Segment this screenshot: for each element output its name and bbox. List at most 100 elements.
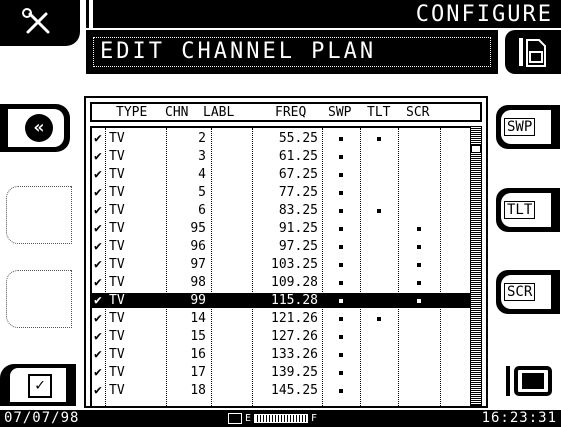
cell-freq: 145.25 bbox=[271, 383, 318, 398]
status-date: 07/07/98 bbox=[4, 410, 80, 426]
column-header-chn[interactable]: CHN bbox=[165, 105, 188, 120]
tv-button[interactable] bbox=[496, 358, 560, 408]
table-row[interactable]: ✔ TV 17 139.25 bbox=[92, 365, 470, 380]
swp-flag-icon bbox=[339, 334, 343, 339]
table-row-selected[interactable]: ✔ TV 99 115.28 bbox=[92, 293, 470, 308]
table-scrollbar[interactable] bbox=[470, 126, 482, 406]
table-row[interactable]: ✔ TV 95 91.25 bbox=[92, 221, 470, 236]
battery-gauge bbox=[254, 413, 309, 423]
cell-chn: 99 bbox=[190, 293, 206, 308]
cell-chn: 16 bbox=[190, 347, 206, 362]
cell-chn: 5 bbox=[198, 185, 206, 200]
swp-button-face: SWP bbox=[501, 110, 551, 144]
table-row[interactable]: ✔ TV 96 97.25 bbox=[92, 239, 470, 254]
swp-flag-icon bbox=[339, 298, 343, 303]
cell-check: ✔ bbox=[94, 149, 102, 164]
cell-type: TV bbox=[109, 203, 125, 218]
cell-scr bbox=[398, 221, 440, 236]
left-softkey-3[interactable] bbox=[6, 270, 72, 328]
cell-check: ✔ bbox=[94, 311, 102, 326]
cell-swp bbox=[322, 365, 360, 380]
cell-chn: 18 bbox=[190, 383, 206, 398]
table-row[interactable]: ✔ TV 14 121.26 bbox=[92, 311, 470, 326]
column-header-swp[interactable]: SWP bbox=[328, 105, 351, 120]
scr-flag-icon bbox=[417, 280, 421, 285]
cell-freq: 109.28 bbox=[271, 275, 318, 290]
swp-flag-icon bbox=[339, 244, 343, 249]
battery-icon bbox=[228, 412, 242, 424]
column-header-labl[interactable]: LABL bbox=[203, 105, 234, 120]
table-row[interactable]: ✔ TV 97 103.25 bbox=[92, 257, 470, 272]
cell-check: ✔ bbox=[94, 131, 102, 146]
swp-button[interactable]: SWP bbox=[496, 105, 560, 149]
battery-indicator: EF bbox=[228, 412, 317, 425]
cell-type: TV bbox=[109, 167, 125, 182]
table-row[interactable]: ✔ TV 16 133.26 bbox=[92, 347, 470, 362]
scr-button-label: SCR bbox=[504, 283, 536, 301]
cell-tlt bbox=[360, 131, 398, 146]
cell-type: TV bbox=[109, 131, 125, 146]
document-icon bbox=[519, 38, 546, 67]
cell-chn: 6 bbox=[198, 203, 206, 218]
cell-check: ✔ bbox=[94, 221, 102, 236]
title-bar: CONFIGURE bbox=[86, 0, 561, 28]
swp-button-label: SWP bbox=[504, 118, 536, 136]
swp-flag-icon bbox=[339, 388, 343, 393]
table-row[interactable]: ✔ TV 18 145.25 bbox=[92, 383, 470, 398]
back-button[interactable]: « bbox=[0, 104, 70, 152]
checkbox-icon: ✓ bbox=[28, 374, 52, 398]
tlt-button[interactable]: TLT bbox=[496, 188, 560, 232]
cell-freq: 97.25 bbox=[278, 239, 318, 254]
cell-swp bbox=[322, 149, 360, 164]
cell-tlt bbox=[360, 311, 398, 326]
cell-freq: 139.25 bbox=[271, 365, 318, 380]
scr-button[interactable]: SCR bbox=[496, 270, 560, 314]
scr-flag-icon bbox=[417, 262, 421, 267]
scrollbar-thumb[interactable] bbox=[471, 145, 481, 153]
cell-check: ✔ bbox=[94, 239, 102, 254]
subtitle-bar: EDIT CHANNEL PLAN bbox=[86, 30, 498, 74]
battery-full-label: F bbox=[311, 413, 318, 424]
cell-tlt bbox=[360, 203, 398, 218]
swp-flag-icon bbox=[339, 262, 343, 267]
cell-chn: 15 bbox=[190, 329, 206, 344]
column-header-scr[interactable]: SCR bbox=[406, 105, 429, 120]
cell-swp bbox=[322, 257, 360, 272]
swp-flag-icon bbox=[339, 226, 343, 231]
cell-check: ✔ bbox=[94, 347, 102, 362]
table-row[interactable]: ✔ TV 6 83.25 bbox=[92, 203, 470, 218]
tools-button[interactable] bbox=[0, 0, 80, 46]
table-row[interactable]: ✔ TV 15 127.26 bbox=[92, 329, 470, 344]
table-row[interactable]: ✔ TV 3 61.25 bbox=[92, 149, 470, 164]
left-softkey-2[interactable] bbox=[6, 186, 72, 244]
table-row[interactable]: ✔ TV 4 67.25 bbox=[92, 167, 470, 182]
cell-chn: 4 bbox=[198, 167, 206, 182]
column-header-type[interactable]: TYPE bbox=[116, 105, 147, 120]
cell-check: ✔ bbox=[94, 383, 102, 398]
cell-swp bbox=[322, 275, 360, 290]
cell-type: TV bbox=[109, 329, 125, 344]
table-row[interactable]: ✔ TV 2 55.25 bbox=[92, 131, 470, 146]
document-button[interactable] bbox=[505, 30, 561, 74]
table-body: ✔ TV 2 55.25 ✔ TV 3 61.25 ✔ TV 4 67.25 ✔ TV 5 77.25 ✔ TV 6… bbox=[90, 126, 470, 408]
cell-freq: 121.26 bbox=[271, 311, 318, 326]
cell-type: TV bbox=[109, 383, 125, 398]
cell-freq: 91.25 bbox=[278, 221, 318, 236]
tlt-flag-icon bbox=[377, 136, 381, 141]
cell-check: ✔ bbox=[94, 275, 102, 290]
scr-flag-icon bbox=[417, 244, 421, 249]
cell-swp bbox=[322, 239, 360, 254]
cell-swp bbox=[322, 347, 360, 362]
column-header-freq[interactable]: FREQ bbox=[275, 105, 306, 120]
accept-button[interactable]: ✓ bbox=[0, 364, 76, 406]
table-row[interactable]: ✔ TV 5 77.25 bbox=[92, 185, 470, 200]
cell-check: ✔ bbox=[94, 185, 102, 200]
cell-chn: 97 bbox=[190, 257, 206, 272]
cell-freq: 61.25 bbox=[278, 149, 318, 164]
column-header-tlt[interactable]: TLT bbox=[367, 105, 390, 120]
cell-swp bbox=[322, 293, 360, 308]
table-row[interactable]: ✔ TV 98 109.28 bbox=[92, 275, 470, 290]
swp-flag-icon bbox=[339, 280, 343, 285]
cell-chn: 2 bbox=[198, 131, 206, 146]
cell-scr bbox=[398, 257, 440, 272]
